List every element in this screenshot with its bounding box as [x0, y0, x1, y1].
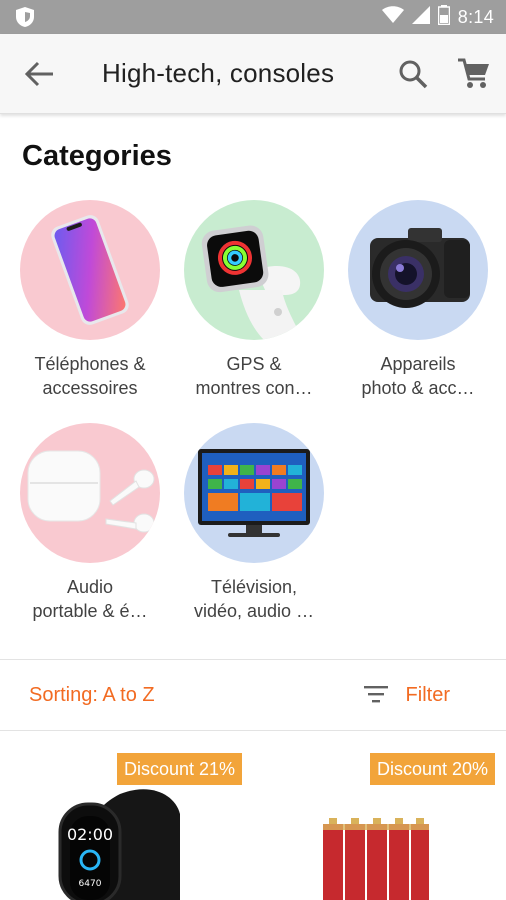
category-tile-gps-watches[interactable]: GPS & montres con… [179, 200, 329, 410]
signal-icon [411, 5, 430, 29]
television-image [184, 423, 324, 563]
svg-text:02:00: 02:00 [67, 825, 113, 844]
sorting-button[interactable]: Sorting: A to Z [29, 684, 155, 707]
earbuds-image [20, 423, 160, 563]
sort-filter-bar: Sorting: A to Z Filter [0, 660, 506, 730]
category-label: Appareils photo & acc… [361, 354, 475, 398]
filter-icon[interactable] [364, 684, 388, 709]
battery-icon [437, 4, 451, 30]
svg-text:6470: 6470 [79, 879, 102, 889]
status-time: 8:14 [457, 6, 494, 27]
category-tile-audio[interactable]: Audio portable & é… [15, 423, 165, 633]
shield-icon [14, 6, 36, 33]
search-icon[interactable] [393, 54, 433, 94]
category-label: GPS & montres con… [195, 354, 313, 398]
phone-image [20, 200, 160, 340]
app-bar: High-tech, consoles [0, 34, 506, 114]
categories-heading: Categories [22, 140, 172, 172]
smartwatch-image [184, 200, 324, 340]
product-card[interactable]: Discount 20% [253, 744, 506, 900]
wifi-icon [381, 5, 404, 29]
category-tile-cameras[interactable]: Appareils photo & acc… [343, 200, 493, 410]
category-label: Télévision, vidéo, audio … [193, 577, 315, 621]
filter-button[interactable]: Filter [406, 684, 450, 707]
cart-icon[interactable] [454, 54, 494, 94]
divider [0, 730, 506, 731]
camera-image [348, 200, 488, 340]
product-card[interactable]: 02:00 6470 Discount 21% [0, 744, 253, 900]
category-label: Téléphones & accessoires [34, 354, 146, 398]
discount-badge: Discount 20% [370, 753, 496, 785]
back-arrow-icon[interactable] [20, 56, 60, 92]
category-tile-phones[interactable]: Téléphones & accessoires [15, 200, 165, 410]
batteries-image [321, 816, 431, 900]
fitness-band-image: 02:00 6470 [40, 774, 180, 900]
category-label: Audio portable & é… [32, 577, 148, 621]
status-bar: 8:14 [0, 0, 506, 34]
page-title: High-tech, consoles [102, 58, 335, 88]
discount-badge: Discount 21% [117, 753, 243, 785]
category-tile-tv[interactable]: Télévision, vidéo, audio … [179, 423, 329, 633]
